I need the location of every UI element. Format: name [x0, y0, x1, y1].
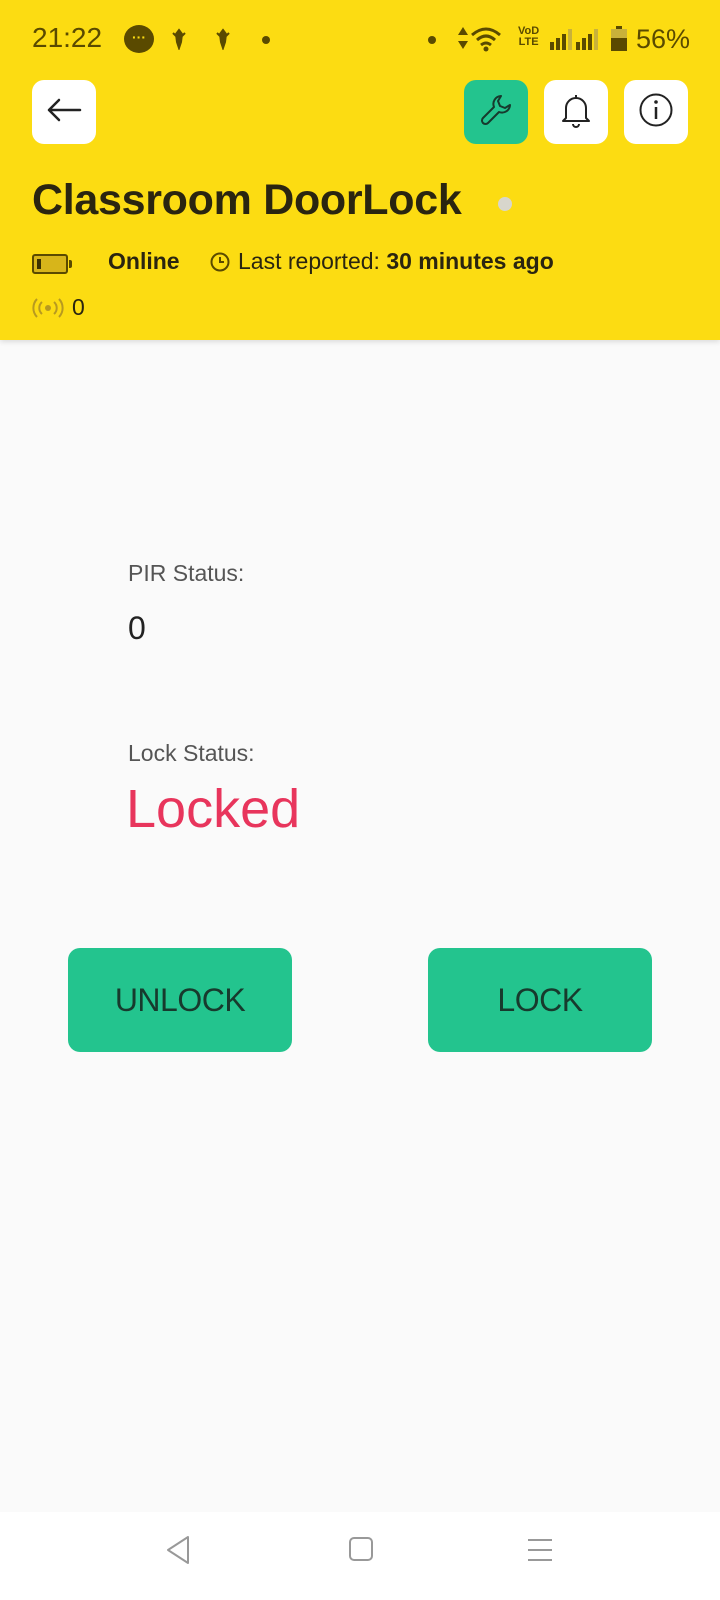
signal-count: 0 [72, 294, 85, 320]
bell-icon [560, 92, 592, 133]
home-nav-icon[interactable] [348, 1536, 374, 1567]
clock-icon [210, 252, 230, 277]
last-reported-value: 30 minutes ago [386, 248, 554, 274]
battery-percent: 56% [636, 24, 691, 54]
device-settings-button[interactable] [464, 80, 528, 144]
wifi-icon [470, 26, 502, 57]
pir-status-label: PIR Status: [128, 560, 245, 586]
arrow-left-icon [46, 98, 82, 127]
data-arrows-icon [456, 26, 470, 55]
info-button[interactable] [624, 80, 688, 144]
device-battery-icon [32, 254, 72, 274]
connection-status: Online [108, 248, 180, 274]
system-nav-bar [0, 1512, 720, 1600]
notification-icon [214, 28, 232, 55]
dot-icon [262, 36, 270, 44]
volte-icon: VoD LTE [518, 25, 540, 48]
lock-status-label: Lock Status: [128, 740, 255, 766]
back-button[interactable] [32, 80, 96, 144]
info-icon [638, 92, 674, 133]
notifications-button[interactable] [544, 80, 608, 144]
lock-button[interactable]: LOCK [428, 948, 652, 1052]
lock-status-value: Locked [126, 779, 301, 839]
notification-icon [170, 28, 188, 55]
signal-broadcast-icon [32, 298, 64, 323]
cell-signal-icon [576, 28, 600, 55]
unlock-button[interactable]: UNLOCK [68, 948, 292, 1052]
message-icon: ··· [124, 25, 154, 53]
cell-signal-icon [550, 28, 574, 55]
device-title: Classroom DoorLock [32, 176, 462, 224]
battery-icon [610, 26, 628, 57]
pir-status-value: 0 [128, 610, 146, 646]
last-reported: Last reported: 30 minutes ago [238, 248, 554, 275]
status-dot-icon [498, 197, 512, 211]
menu-nav-icon[interactable] [526, 1538, 554, 1567]
wrench-icon [478, 92, 514, 133]
dot-icon [428, 36, 436, 44]
device-header: 21:22 ··· VoD LTE 56% Classroom DoorLock… [0, 0, 720, 340]
status-time: 21:22 [32, 22, 103, 53]
back-nav-icon[interactable] [164, 1534, 192, 1571]
last-reported-label: Last reported: [238, 248, 380, 274]
